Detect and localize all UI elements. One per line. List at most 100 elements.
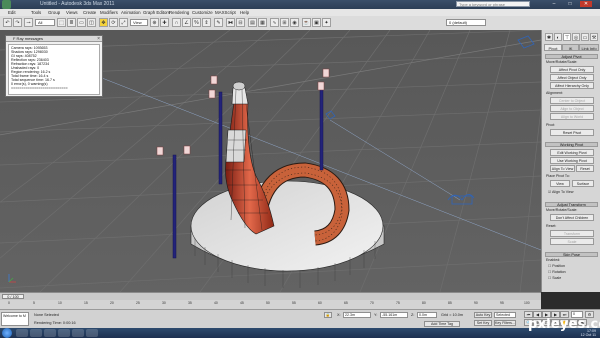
align-to-object-button[interactable]: Align to Object [550,105,594,112]
use-working-pivot-button[interactable]: Use Working Pivot [550,157,594,164]
enabled-scale-checkbox[interactable]: ☐ Scale [548,276,561,280]
time-slider-thumb[interactable]: 0 / 100 [2,294,24,299]
menu-edit[interactable]: Edit [8,10,16,15]
reset-scale-button[interactable]: Scale [550,238,594,245]
motion-tab-icon[interactable]: ◎ [572,33,580,41]
selected-set-select[interactable]: Selected [494,312,516,318]
angle-snap-icon[interactable]: ∠ [182,18,191,27]
affect-object-only-button[interactable]: Affect Object Only [550,74,594,81]
edit-working-pivot-button[interactable]: Edit Working Pivot [550,149,594,156]
tab-pivot[interactable]: Pivot [544,44,562,51]
app-logo-icon[interactable] [2,0,11,9]
named-selection-icon[interactable]: ✎ [214,18,223,27]
rollout-adjust-transform[interactable]: Adjust Transform [545,202,598,207]
rectangular-selection-icon[interactable]: ▭ [77,18,86,27]
align-to-view-checkbox[interactable]: ☑ Align To View [548,190,573,194]
start-button[interactable] [2,328,12,338]
material-editor-icon[interactable]: ◉ [290,18,299,27]
enabled-rotation-checkbox[interactable]: ☐ Rotation [548,270,566,274]
move-icon[interactable]: ✥ [99,18,108,27]
named-set-select[interactable]: 0 (default) [446,19,486,26]
pivot-center-icon[interactable]: ⊕ [150,18,159,27]
search-input[interactable]: Type a keyword or phrase [456,1,530,7]
maximize-button[interactable]: □ [564,1,576,7]
menu-maxscript[interactable]: MAXScript [215,10,236,15]
redo-icon[interactable]: ↷ [13,18,22,27]
modify-tab-icon[interactable]: ◐ [554,33,562,41]
y-coordinate-field[interactable]: -55.161m [380,312,408,318]
menu-help[interactable]: Help [240,10,249,15]
time-slider[interactable]: 0 / 100 [0,292,541,300]
taskbar-app-icon[interactable] [30,329,42,337]
enabled-position-checkbox[interactable]: ☐ Position [548,264,565,268]
reference-coordinate-select[interactable]: View [130,19,148,26]
schematic-view-icon[interactable]: ⊞ [280,18,289,27]
menu-modifiers[interactable]: Modifiers [100,10,118,15]
center-to-object-button[interactable]: Center to Object [550,97,594,104]
messages-close-icon[interactable]: × [97,36,100,42]
place-pivot-view-button[interactable]: View [550,180,570,187]
taskbar-app-icon[interactable] [72,329,84,337]
render-setup-icon[interactable]: ☕ [302,18,311,27]
display-tab-icon[interactable]: ▭ [581,33,589,41]
vray-messages-window[interactable]: F Ray messages × Camera rays: 1093653 Sh… [5,35,103,97]
set-key-button[interactable]: Set Key [474,320,492,326]
lock-selection-icon[interactable]: 🔒 [324,312,332,318]
menu-rendering[interactable]: Rendering [169,10,189,15]
tab-ik[interactable]: IK [562,44,579,51]
window-crossing-icon[interactable]: ◫ [87,18,96,27]
snaps-toggle-icon[interactable]: ∩ [172,18,181,27]
taskbar-app-icon[interactable] [86,329,98,337]
maxscript-listener[interactable]: Welcome to M [1,312,29,326]
reset-pivot-button[interactable]: Reset Pivot [550,129,594,136]
link-icon[interactable]: ⊸ [24,18,33,27]
hierarchy-tab-icon[interactable]: ⊤ [563,33,571,41]
select-object-icon[interactable]: ⬚ [57,18,66,27]
close-button[interactable]: ✕ [580,1,592,7]
reset-button[interactable]: Reset [576,165,594,172]
add-time-tag-button[interactable]: Add Time Tag [424,321,460,327]
create-tab-icon[interactable]: ✱ [545,33,553,41]
x-coordinate-field[interactable]: 22.3m [343,312,371,318]
menu-graph-editors[interactable]: Graph Editors [143,10,170,15]
rollout-adjust-pivot[interactable]: Adjust Pivot [545,54,598,59]
utilities-tab-icon[interactable]: ⚒ [590,33,598,41]
auto-key-button[interactable]: Auto Key [474,312,492,318]
menu-group[interactable]: Group [48,10,60,15]
menu-views[interactable]: Views [66,10,78,15]
menu-animation[interactable]: Animation [121,10,141,15]
align-icon[interactable]: ⊟ [236,18,245,27]
rendered-frame-icon[interactable]: ▣ [312,18,321,27]
scale-icon[interactable]: ⤢ [119,18,128,27]
menu-customize[interactable]: Customize [192,10,213,15]
percent-snap-icon[interactable]: % [192,18,201,27]
menu-tools[interactable]: Tools [31,10,41,15]
menu-create[interactable]: Create [83,10,96,15]
manipulate-icon[interactable]: ✚ [160,18,169,27]
reset-transform-button[interactable]: Transform [550,230,594,237]
curve-editor-icon[interactable]: ∿ [270,18,279,27]
rotate-icon[interactable]: ⟳ [109,18,118,27]
align-to-world-button[interactable]: Align to World [550,113,594,120]
key-filters-button[interactable]: Key Filters... [494,320,516,326]
rollout-skin-pose[interactable]: Skin Pose [545,252,598,257]
undo-icon[interactable]: ↶ [3,18,12,27]
taskbar-app-icon[interactable] [44,329,56,337]
affect-pivot-only-button[interactable]: Affect Pivot Only [550,66,594,73]
render-production-icon[interactable]: ✦ [322,18,331,27]
place-pivot-surface-button[interactable]: Surface [572,180,594,187]
dont-affect-children-button[interactable]: Don't Affect Children [550,214,594,221]
taskbar-app-icon[interactable] [16,329,28,337]
taskbar-app-icon[interactable] [58,329,70,337]
graphite-ribbon-icon[interactable]: ▦ [258,18,267,27]
select-by-name-icon[interactable]: ≣ [67,18,76,27]
spinner-snap-icon[interactable]: ⇕ [202,18,211,27]
minimize-button[interactable]: – [548,1,560,7]
rollout-working-pivot[interactable]: Working Pivot [545,142,598,147]
affect-hierarchy-only-button[interactable]: Affect Hierarchy Only [550,82,594,89]
mirror-icon[interactable]: ⧓ [226,18,235,27]
align-to-view-button[interactable]: Align To View [550,165,575,172]
selection-filter-select[interactable]: All [35,19,55,26]
layer-manager-icon[interactable]: ▤ [248,18,257,27]
z-coordinate-field[interactable]: 0.0m [417,312,437,318]
